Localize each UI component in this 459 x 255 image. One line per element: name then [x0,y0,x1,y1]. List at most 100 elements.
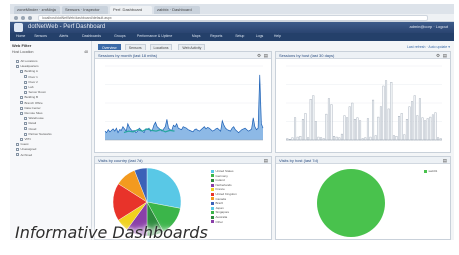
dashboard-tab[interactable]: Web Activity [178,44,206,50]
checkbox-icon[interactable] [16,153,19,157]
back-icon[interactable] [14,16,18,20]
bar [398,116,401,141]
address-bar[interactable]: localhost/dotNetWeb/dashboard/default.as… [38,15,428,21]
tree-item[interactable]: Headquarters [16,64,39,68]
menu-item[interactable]: Groups [114,34,125,38]
tree-item[interactable]: Warehouse [24,116,44,120]
checkbox-icon[interactable] [16,59,19,63]
checkbox-icon[interactable] [20,106,23,110]
bar [330,104,333,141]
tree-item[interactable]: Data Center [20,106,41,110]
tree-item-label: All Locations [20,59,38,63]
legend-item[interactable]: Japan [211,206,224,210]
panel-sessions-by-host: Sessions by host (last 30 days) ⚙ ▤ [275,51,451,153]
browser-tab[interactable]: zoneMinder · zmNinja [14,6,60,14]
bar [413,95,416,141]
export-icon[interactable]: ▤ [264,158,268,163]
menu-item[interactable]: Performance & Uptime [137,34,172,38]
forward-icon[interactable] [21,16,25,20]
tree-item[interactable]: All Locations [16,59,38,63]
export-icon[interactable]: ▤ [264,53,268,58]
tree-item[interactable]: Lab [24,85,34,89]
bar [403,134,406,141]
settings-icon[interactable]: ⚙ [257,53,261,58]
browser-tab[interactable]: Sensors · Inspector [62,6,108,14]
tree-item[interactable]: Server Room [24,90,46,94]
menu-item[interactable]: Alerts [59,34,68,38]
legend-item[interactable]: Singapore [211,210,229,214]
legend-item[interactable]: Canada [211,197,226,201]
menu-item[interactable]: Logs [256,34,264,38]
dashboard-tab[interactable]: Overview [98,44,121,50]
checkbox-icon[interactable] [16,142,19,146]
menu-item[interactable]: Maps [192,34,201,38]
sidebar: Web Filter Host Location 48 All Location… [10,41,92,240]
browser-tab[interactable]: Perf. Dashboard [110,6,152,14]
legend-item[interactable]: Netherlands [211,183,232,187]
refresh-control[interactable]: Last refresh · Auto update ▾ [407,45,450,49]
export-icon[interactable]: ▤ [443,158,447,163]
tree-item[interactable]: VPN [20,137,31,141]
tree-item[interactable]: Partner Networks [24,132,52,136]
menu-item[interactable]: Home [16,34,25,38]
tree-item[interactable]: Building A [20,69,38,73]
menu-item[interactable]: Reports [210,34,222,38]
bar [405,119,408,141]
tree-item[interactable]: Guest [16,142,29,146]
checkbox-icon[interactable] [20,137,23,141]
legend-item[interactable]: Australia [211,215,227,219]
checkbox-icon[interactable] [24,132,27,136]
checkbox-icon[interactable] [24,127,27,131]
checkbox-icon[interactable] [16,148,19,152]
bar [325,113,328,141]
bar [312,95,315,141]
dashboard-tab[interactable]: Sensors [124,44,146,50]
tree-item[interactable]: Unassigned [16,147,36,151]
bar [424,120,427,141]
tree-item[interactable]: Cloud [24,127,36,131]
bar [400,113,403,141]
menu-item[interactable]: Setup [235,34,244,38]
checkbox-icon[interactable] [16,64,19,68]
menu-item[interactable]: Dashboards [82,34,101,38]
menu-item[interactable]: Help [274,34,281,38]
tree-item[interactable]: Archived [16,153,32,157]
checkbox-icon[interactable] [20,96,23,100]
bar [299,136,302,141]
legend-item[interactable]: Other [211,220,223,224]
settings-icon[interactable]: ⚙ [436,53,440,58]
tree-item[interactable]: Remote Sites [20,111,43,115]
checkbox-icon[interactable] [24,116,27,120]
checkbox-icon[interactable] [20,111,23,115]
panel-sessions-by-month: Sessions by month (last 18 mths) ⚙ ▤ [94,51,272,153]
tree-item[interactable]: Floor 2 [24,80,38,84]
user-menu[interactable]: admin@corp · Logout [409,24,448,29]
tree-item[interactable]: Floor 1 [24,75,38,79]
checkbox-icon[interactable] [20,70,23,74]
bar [374,135,377,141]
dashboard-tab[interactable]: Locations [149,44,173,50]
legend-item[interactable]: United Kingdom [211,192,237,196]
tree-item[interactable]: Retail [24,121,36,125]
legend-item[interactable]: Brazil [211,201,223,205]
checkbox-icon[interactable] [24,80,27,84]
checkbox-icon[interactable] [24,85,27,89]
legend-item[interactable]: Germany [211,174,228,178]
export-icon[interactable]: ▤ [443,53,447,58]
legend-item[interactable]: France [211,187,225,191]
legend-item[interactable]: web01 [424,169,437,173]
reload-icon[interactable] [28,16,32,20]
legend-item[interactable]: Ireland [211,178,225,182]
checkbox-icon[interactable] [24,90,27,94]
tree-item[interactable]: Branch Office [20,101,43,105]
checkbox-icon[interactable] [20,101,23,105]
legend-item[interactable]: United States [211,169,234,173]
tree-item[interactable]: Building B [20,95,38,99]
menu-item[interactable]: Sensors [34,34,47,38]
browser-tab[interactable]: zabbix · Dashboard [154,6,200,14]
bar [309,99,312,141]
legend-swatch [424,169,427,173]
checkbox-icon[interactable] [24,75,27,79]
checkbox-icon[interactable] [24,122,27,126]
bar [395,136,398,141]
